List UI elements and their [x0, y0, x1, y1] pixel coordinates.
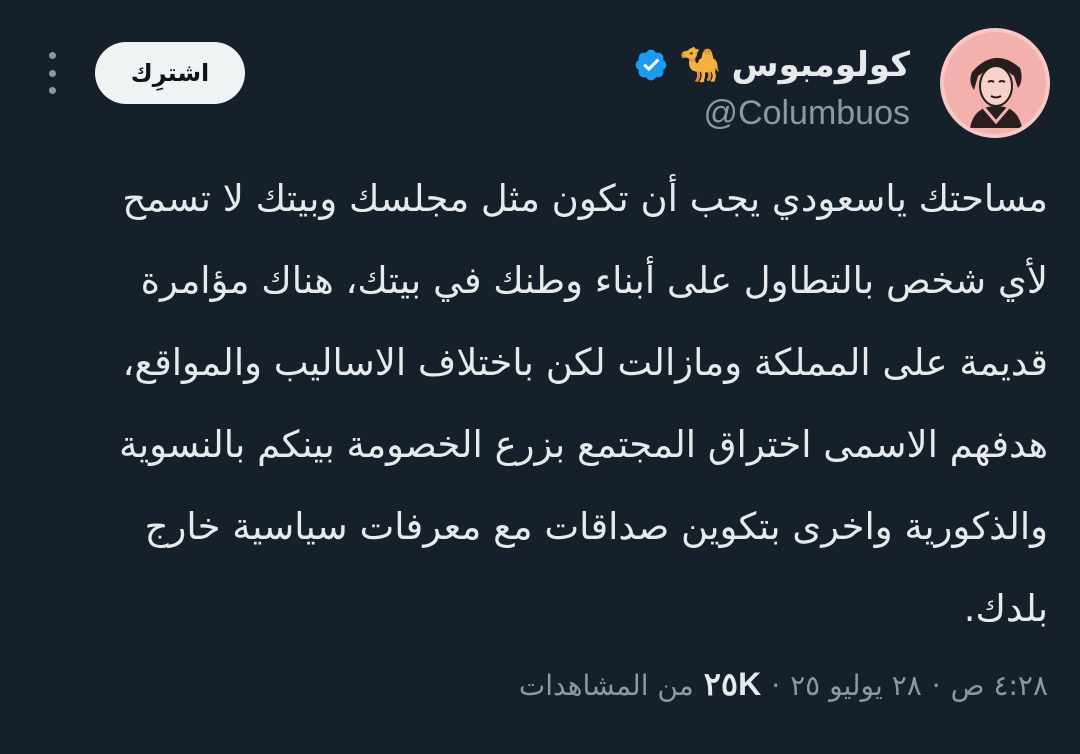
author-handle[interactable]: @Columbuos [633, 94, 911, 133]
tweet-meta: ٤:٢٨ ص · ٢٨ يوليو ٢٥ · ٢٥K من المشاهدات [519, 665, 1048, 703]
author-info[interactable]: كولومبوس 🐪 @Columbuos [633, 40, 910, 133]
avatar-portrait-icon [944, 32, 1046, 134]
views-label: من المشاهدات [518, 669, 694, 702]
tweet-time[interactable]: ٤:٢٨ ص [951, 669, 1048, 702]
meta-separator: · [931, 669, 941, 702]
display-name[interactable]: كولومبوس [732, 45, 910, 85]
tweet-text: مساحتك ياسعودي يجب أن تكون مثل مجلسك وبي… [119, 177, 1048, 630]
tweet-date[interactable]: ٢٨ يوليو ٢٥ [790, 669, 922, 702]
tweet-card: كولومبوس 🐪 @Columbuos اشترِك مساحتك ياسع… [0, 0, 1080, 754]
subscribe-button[interactable]: اشترِك [95, 42, 245, 104]
views-count[interactable]: ٢٥K [704, 665, 761, 703]
meta-separator: · [771, 669, 781, 702]
camel-emoji: 🐪 [679, 45, 722, 85]
author-name-row: كولومبوس 🐪 [633, 40, 910, 90]
avatar[interactable] [940, 28, 1050, 138]
verified-badge-icon [635, 49, 667, 81]
more-vertical-icon[interactable] [40, 52, 64, 94]
